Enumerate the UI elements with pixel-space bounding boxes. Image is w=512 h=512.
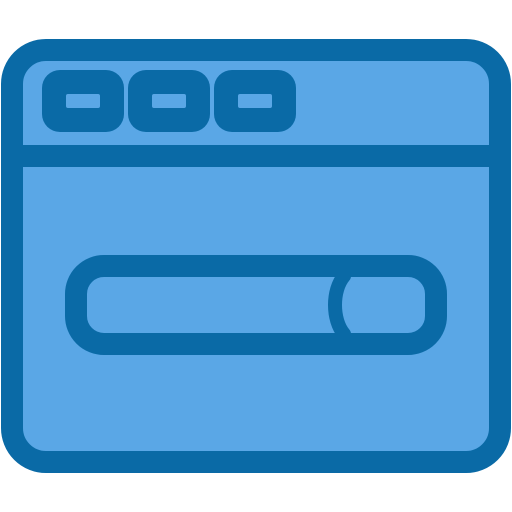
window-control-3-inner bbox=[238, 94, 272, 108]
window-controls bbox=[42, 70, 296, 132]
search-bar-outline bbox=[65, 255, 447, 355]
search-bar bbox=[65, 255, 447, 355]
browser-window-search-icon bbox=[1, 39, 511, 473]
window-control-2-inner bbox=[152, 94, 186, 108]
icon-canvas bbox=[0, 0, 512, 512]
window-control-1-inner bbox=[66, 94, 100, 108]
